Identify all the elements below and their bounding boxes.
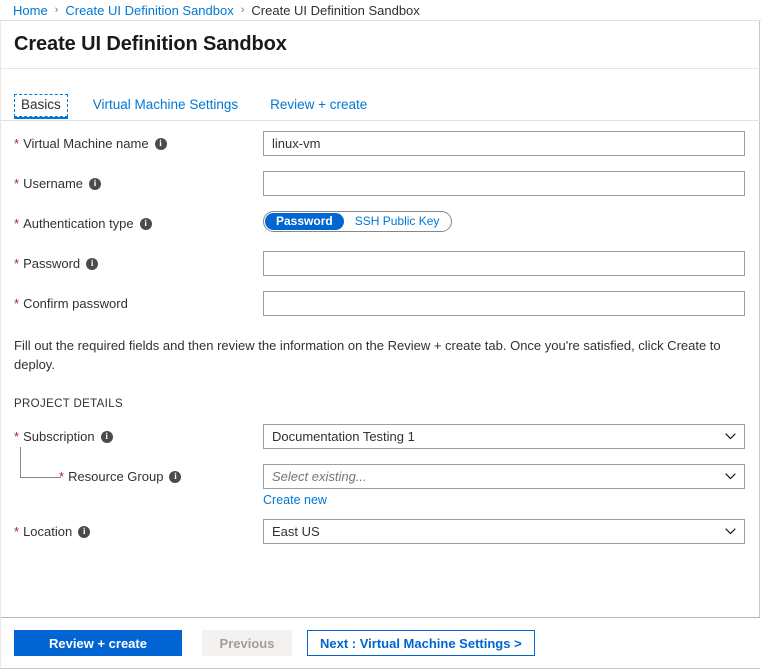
field-row-location: * Location i East US (1, 519, 760, 550)
breadcrumb-item-current: Create UI Definition Sandbox (251, 2, 420, 18)
info-icon[interactable]: i (169, 470, 182, 483)
password-input[interactable] (263, 251, 745, 276)
tabs-divider (1, 120, 760, 121)
field-row-subscription: * Subscription i Documentation Testing 1 (1, 424, 760, 455)
toggle-option-ssh-public-key[interactable]: SSH Public Key (344, 213, 451, 230)
field-resource-group: Select existing... Create new (263, 464, 746, 507)
required-marker: * (14, 524, 20, 539)
blade-card: Create UI Definition Sandbox Basics Virt… (0, 21, 760, 669)
tab-review-create[interactable]: Review + create (263, 94, 374, 117)
page-title: Create UI Definition Sandbox (14, 33, 287, 55)
label-location: * Location i (1, 519, 263, 539)
label-subscription: * Subscription i (1, 424, 263, 444)
info-icon[interactable]: i (78, 525, 91, 538)
required-marker: * (14, 136, 20, 151)
label-resource-group: * Resource Group i (1, 447, 263, 484)
review-create-button[interactable]: Review + create (14, 630, 182, 656)
vm-name-input[interactable] (263, 131, 745, 156)
blade-footer: Review + create Previous Next : Virtual … (1, 618, 760, 668)
breadcrumb-separator-icon: › (240, 3, 245, 16)
field-confirm-password (263, 291, 746, 316)
info-icon[interactable]: i (100, 430, 113, 443)
label-text: Username (23, 176, 84, 191)
field-row-resource-group: * Resource Group i Select existing... Cr… (1, 447, 760, 507)
azure-portal-blade: Home › Create UI Definition Sandbox › Cr… (0, 0, 761, 670)
required-marker: * (14, 296, 20, 311)
label-authentication-type: * Authentication type i (1, 211, 263, 231)
breadcrumb: Home › Create UI Definition Sandbox › Cr… (0, 0, 761, 21)
field-row-password: * Password i (1, 251, 760, 282)
toggle-option-password[interactable]: Password (265, 213, 344, 230)
label-confirm-password: * Confirm password (1, 291, 263, 311)
resource-group-dropdown[interactable]: Select existing... (263, 464, 745, 489)
label-username: * Username i (1, 171, 263, 191)
label-text: Resource Group (68, 469, 164, 484)
label-text: Location (23, 524, 73, 539)
field-row-confirm-password: * Confirm password (1, 291, 760, 322)
authentication-type-toggle: Password SSH Public Key (263, 211, 453, 232)
label-password: * Password i (1, 251, 263, 271)
resource-group-dropdown-wrap: Select existing... (263, 464, 745, 489)
field-row-username: * Username i (1, 171, 760, 202)
breadcrumb-item-home[interactable]: Home (13, 3, 48, 18)
required-marker: * (14, 216, 20, 231)
subscription-dropdown[interactable]: Documentation Testing 1 (263, 424, 745, 449)
label-text: Virtual Machine name (23, 136, 149, 151)
breadcrumb-item-sandbox[interactable]: Create UI Definition Sandbox (65, 3, 233, 18)
info-icon[interactable]: i (86, 257, 99, 270)
create-new-resource-group-link[interactable]: Create new (263, 493, 327, 507)
tab-list: Basics Virtual Machine Settings Review +… (14, 94, 374, 120)
subscription-dropdown-wrap: Documentation Testing 1 (263, 424, 745, 449)
field-subscription: Documentation Testing 1 (263, 424, 746, 449)
label-text: Password (23, 256, 81, 271)
section-header-project-details: PROJECT DETAILS (14, 398, 123, 410)
tab-basics[interactable]: Basics (14, 94, 68, 119)
required-marker: * (59, 469, 65, 484)
field-username (263, 171, 746, 196)
basics-form: * Virtual Machine name i * Username i (1, 131, 760, 559)
label-vm-name: * Virtual Machine name i (1, 131, 263, 151)
required-marker: * (14, 256, 20, 271)
required-marker: * (14, 176, 20, 191)
username-input[interactable] (263, 171, 745, 196)
breadcrumb-separator-icon: › (54, 3, 59, 16)
info-icon[interactable]: i (154, 137, 167, 150)
info-icon[interactable]: i (139, 217, 152, 230)
location-dropdown-wrap: East US (263, 519, 745, 544)
next-button[interactable]: Next : Virtual Machine Settings > (307, 630, 535, 656)
location-dropdown[interactable]: East US (263, 519, 745, 544)
required-marker: * (14, 429, 20, 444)
field-row-vm-name: * Virtual Machine name i (1, 131, 760, 162)
confirm-password-input[interactable] (263, 291, 745, 316)
label-text: Subscription (23, 429, 95, 444)
field-authentication-type: Password SSH Public Key (263, 211, 746, 232)
label-text: Authentication type (23, 216, 134, 231)
previous-button[interactable]: Previous (202, 630, 292, 656)
field-password (263, 251, 746, 276)
info-icon[interactable]: i (89, 177, 102, 190)
field-vm-name (263, 131, 746, 156)
tab-virtual-machine-settings[interactable]: Virtual Machine Settings (86, 94, 245, 117)
label-text: Confirm password (23, 296, 128, 311)
title-divider (1, 68, 760, 69)
field-location: East US (263, 519, 746, 544)
instructions-text: Fill out the required fields and then re… (14, 338, 721, 372)
field-row-authentication-type: * Authentication type i Password SSH Pub… (1, 211, 760, 242)
